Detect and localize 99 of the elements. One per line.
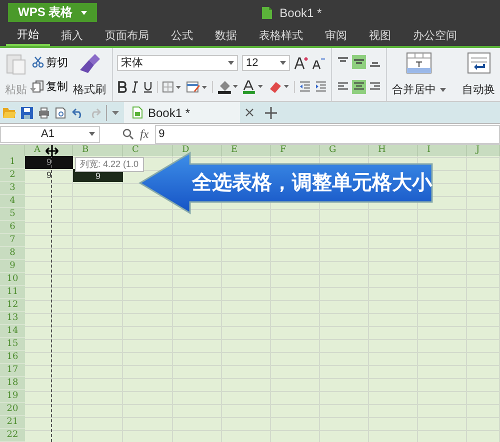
align-icon: [369, 82, 381, 92]
table-cell: 9: [25, 156, 73, 169]
caret-icon: [440, 88, 446, 92]
eraser-icon[interactable]: [268, 80, 290, 94]
cut-button[interactable]: 剪切: [32, 54, 68, 70]
merge-center-button[interactable]: 合并居中: [391, 50, 447, 99]
column-header[interactable]: F: [271, 145, 320, 156]
document-tab[interactable]: Book1 *: [124, 102, 240, 123]
font-color-icon[interactable]: [242, 80, 264, 94]
save-icon[interactable]: [21, 106, 33, 118]
formula-input[interactable]: 9: [154, 124, 500, 144]
column-header[interactable]: G: [320, 145, 369, 156]
borders-icon[interactable]: [162, 81, 182, 94]
caret-icon: [80, 10, 87, 14]
tooltip: 列宽: 4.22 (1.0: [75, 157, 144, 172]
callout-text: 全选表格，调整单元格大小: [192, 171, 432, 196]
row-header[interactable]: 15: [0, 338, 25, 351]
merge-label: 合并居中: [392, 82, 436, 97]
row-header[interactable]: 6: [0, 221, 25, 234]
row-header[interactable]: 11: [0, 286, 25, 299]
row-header[interactable]: 7: [0, 234, 25, 247]
row-header[interactable]: 13: [0, 312, 25, 325]
row-header[interactable]: 21: [0, 416, 25, 429]
table-cell-text: 9: [45, 169, 52, 182]
resize-cursor-icon: [45, 145, 59, 157]
spreadsheet-icon: [260, 6, 274, 20]
paintbrush-icon: [78, 52, 102, 76]
ribbon-tab[interactable]: 表格样式: [248, 25, 314, 46]
caret-icon: [89, 132, 95, 136]
row-header[interactable]: 20: [0, 403, 25, 416]
undo-icon[interactable]: [72, 108, 84, 118]
row-header[interactable]: 19: [0, 390, 25, 403]
ribbon-tab[interactable]: 公式: [160, 25, 204, 46]
print-preview-icon[interactable]: [55, 106, 67, 118]
merge-cells-icon: [406, 52, 432, 74]
row-header[interactable]: 18: [0, 377, 25, 390]
font-dropdown[interactable]: 宋体: [117, 54, 238, 71]
column-header[interactable]: H: [369, 145, 418, 156]
column-header[interactable]: C: [123, 145, 173, 156]
row-header[interactable]: 1: [0, 156, 25, 169]
row-header[interactable]: 16: [0, 351, 25, 364]
row-header[interactable]: 17: [0, 364, 25, 377]
row-header[interactable]: 8: [0, 247, 25, 260]
increase-indent-icon[interactable]: [315, 81, 327, 94]
table-style-icon[interactable]: [186, 81, 208, 94]
row-header[interactable]: 3: [0, 182, 25, 195]
column-header[interactable]: J: [467, 145, 500, 156]
copy-icon: [32, 80, 44, 94]
caret-icon[interactable]: [112, 110, 119, 114]
row-header[interactable]: 2: [0, 169, 25, 182]
ribbon-tab[interactable]: 视图: [358, 25, 402, 46]
ribbon-tab[interactable]: 插入: [50, 25, 94, 46]
row-header[interactable]: 4: [0, 195, 25, 208]
spreadsheet-icon: [132, 106, 143, 119]
italic-icon[interactable]: [130, 81, 139, 94]
row-header[interactable]: 5: [0, 208, 25, 221]
horizontal-align-button[interactable]: [352, 80, 366, 94]
ribbon-tab[interactable]: 页面布局: [94, 25, 160, 46]
app-menu-button[interactable]: WPS 表格: [8, 3, 97, 22]
scissors-icon: [32, 56, 44, 68]
function-button[interactable]: fx: [140, 126, 149, 142]
row-header[interactable]: 9: [0, 260, 25, 273]
caret-icon: [30, 88, 36, 92]
format-painter-button[interactable]: 格式刷: [72, 50, 107, 99]
font-size-dropdown[interactable]: 12: [242, 54, 290, 71]
close-icon[interactable]: [245, 108, 254, 117]
new-tab-icon[interactable]: [265, 106, 277, 118]
underline-icon[interactable]: [142, 81, 153, 94]
zoom-icon[interactable]: [122, 128, 134, 140]
column-header[interactable]: E: [222, 145, 271, 156]
copy-button[interactable]: 复制: [32, 79, 68, 94]
column-header[interactable]: D: [173, 145, 222, 156]
grow-font-icon[interactable]: [294, 56, 308, 70]
wrap-text-icon: [466, 52, 490, 74]
row-header[interactable]: 10: [0, 273, 25, 286]
ribbon-tab[interactable]: 数据: [204, 25, 248, 46]
window-title: Book1 *: [280, 6, 322, 20]
bold-icon[interactable]: [117, 81, 127, 94]
name-box[interactable]: A1: [0, 126, 100, 142]
fill-color-icon[interactable]: [216, 80, 238, 94]
paste-label: 粘贴: [5, 83, 27, 97]
align-icon: [353, 82, 365, 92]
column-header[interactable]: B: [73, 145, 123, 156]
vertical-align-button[interactable]: [352, 55, 366, 70]
caret-icon: [228, 60, 234, 65]
column-header[interactable]: I: [418, 145, 467, 156]
ribbon-tab[interactable]: 开始: [6, 25, 50, 46]
decrease-indent-icon[interactable]: [299, 81, 312, 94]
clipboard-icon: [5, 52, 27, 76]
ribbon-tab[interactable]: 审阅: [314, 25, 358, 46]
ribbon-tab[interactable]: 办公空间: [402, 25, 468, 46]
caret-icon: [280, 60, 286, 65]
row-header[interactable]: 12: [0, 299, 25, 312]
row-header[interactable]: 22: [0, 429, 25, 442]
row-header[interactable]: 14: [0, 325, 25, 338]
shrink-font-icon[interactable]: [312, 56, 326, 70]
align-icon: [337, 82, 349, 92]
wrap-text-button[interactable]: 自动换: [461, 50, 496, 99]
print-icon[interactable]: [38, 106, 50, 118]
